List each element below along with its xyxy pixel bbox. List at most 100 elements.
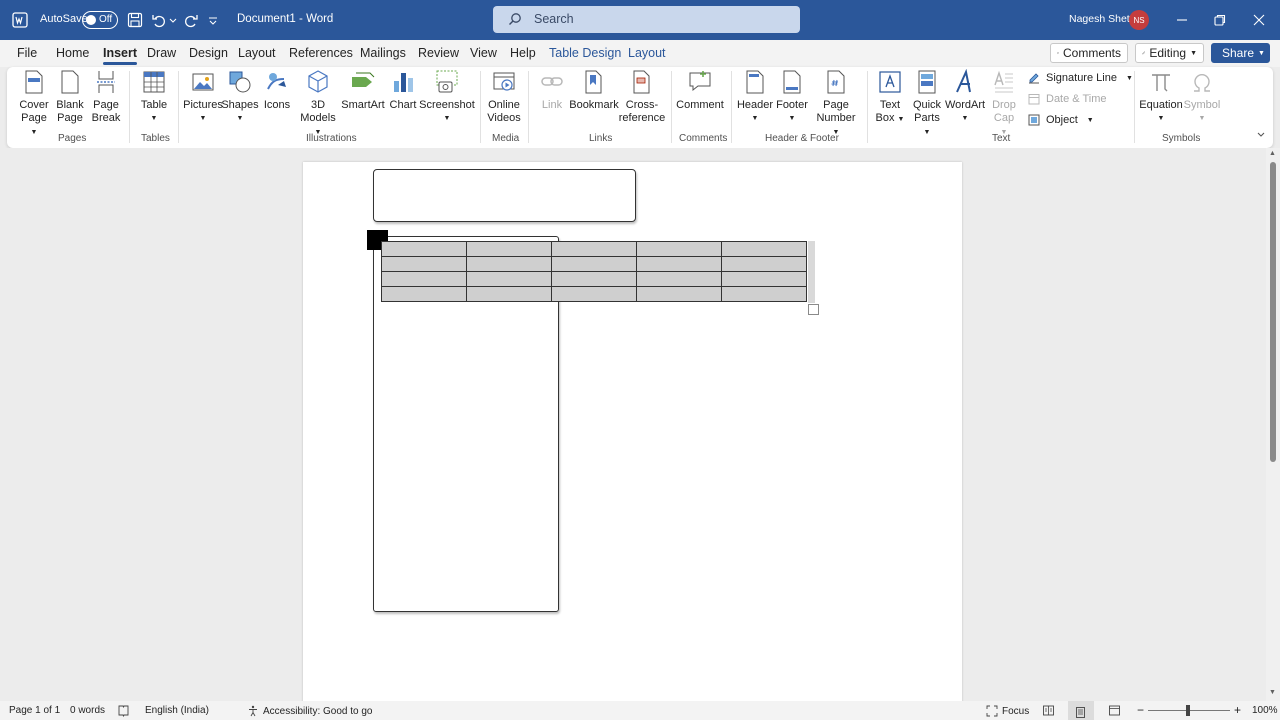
- avatar[interactable]: NS: [1129, 10, 1149, 30]
- bookmark-button[interactable]: Bookmark: [569, 69, 619, 112]
- table-cell[interactable]: [721, 241, 807, 257]
- save-icon[interactable]: [126, 11, 144, 29]
- page-number-button[interactable]: Page Number ▼: [813, 69, 859, 139]
- footer-button[interactable]: Footer ▼: [776, 69, 808, 125]
- search-box[interactable]: Search: [493, 6, 800, 33]
- restore-icon[interactable]: [1212, 12, 1228, 28]
- minimize-icon[interactable]: [1174, 12, 1190, 28]
- blank-page-button[interactable]: Blank Page: [56, 69, 84, 125]
- user-name[interactable]: Nagesh Shetti: [1069, 13, 1135, 25]
- table-cell[interactable]: [551, 271, 637, 287]
- table-resize-handle[interactable]: [808, 304, 819, 315]
- zoom-in-button[interactable]: +: [1234, 703, 1241, 717]
- smartart-button[interactable]: SmartArt: [341, 69, 385, 112]
- document-page[interactable]: [303, 162, 962, 701]
- table-cell[interactable]: [636, 271, 722, 287]
- screenshot-button[interactable]: Screenshot ▼: [419, 69, 475, 125]
- cover-page-button[interactable]: Cover Page ▼: [18, 69, 50, 139]
- print-layout-view-button[interactable]: [1068, 701, 1094, 720]
- redo-icon[interactable]: [182, 11, 200, 29]
- table-cell[interactable]: [721, 256, 807, 272]
- zoom-out-button[interactable]: −: [1137, 703, 1144, 717]
- table-cell[interactable]: [636, 241, 722, 257]
- tab-draw[interactable]: Draw: [147, 46, 176, 60]
- chart-button[interactable]: Chart: [389, 69, 417, 112]
- table-cell[interactable]: [551, 286, 637, 302]
- 3d-models-button[interactable]: 3D Models ▼: [297, 69, 339, 139]
- table-cell[interactable]: [466, 241, 552, 257]
- page-count[interactable]: Page 1 of 1: [9, 705, 60, 716]
- zoom-level[interactable]: 100%: [1252, 705, 1278, 716]
- tab-insert[interactable]: Insert: [103, 46, 138, 65]
- undo-dropdown-icon[interactable]: [168, 11, 178, 29]
- page-break-button[interactable]: Page Break: [92, 69, 120, 125]
- editing-mode-button[interactable]: Editing ▼: [1135, 43, 1204, 63]
- wordart-button[interactable]: WordArt ▼: [945, 69, 985, 125]
- scrollbar-thumb[interactable]: [1270, 162, 1276, 462]
- signature-line-button[interactable]: Signature Line ▼: [1027, 71, 1133, 85]
- autosave-toggle[interactable]: Off: [82, 11, 118, 29]
- language[interactable]: English (India): [145, 705, 209, 716]
- table-button[interactable]: Table ▼: [140, 69, 168, 125]
- tab-help[interactable]: Help: [510, 46, 536, 60]
- focus-button[interactable]: Focus: [986, 705, 1029, 717]
- link-button[interactable]: Link: [537, 69, 567, 112]
- tab-view[interactable]: View: [470, 46, 497, 60]
- table-cell[interactable]: [466, 256, 552, 272]
- tab-review[interactable]: Review: [418, 46, 459, 60]
- scroll-up-icon[interactable]: ▲: [1269, 150, 1276, 157]
- document-canvas[interactable]: [0, 148, 1266, 701]
- tab-table-design[interactable]: Table Design: [549, 46, 621, 60]
- table-cell[interactable]: [381, 286, 467, 302]
- icons-button[interactable]: Icons: [263, 69, 291, 112]
- accessibility-status[interactable]: Accessibility: Good to go: [247, 705, 373, 717]
- comments-button[interactable]: Comments: [1050, 43, 1128, 63]
- drop-cap-button[interactable]: Drop Cap ▼: [990, 69, 1018, 139]
- text-box-shape[interactable]: [373, 169, 636, 222]
- text-box-button[interactable]: Text Box ▼: [875, 69, 905, 126]
- inserted-table[interactable]: [381, 241, 807, 302]
- tab-table-layout[interactable]: Layout: [628, 46, 666, 60]
- table-cell[interactable]: [551, 241, 637, 257]
- tab-references[interactable]: References: [289, 46, 353, 60]
- table-cell[interactable]: [381, 241, 467, 257]
- collapse-ribbon-icon[interactable]: [1256, 129, 1266, 139]
- pictures-button[interactable]: Pictures ▼: [183, 69, 223, 125]
- read-mode-icon[interactable]: [1042, 704, 1055, 717]
- customize-qat-icon[interactable]: [207, 11, 219, 29]
- table-cell[interactable]: [466, 286, 552, 302]
- date-time-button[interactable]: Date & Time: [1027, 92, 1107, 106]
- table-cell[interactable]: [551, 256, 637, 272]
- table-cell[interactable]: [721, 271, 807, 287]
- tab-design[interactable]: Design: [189, 46, 228, 60]
- scroll-down-icon[interactable]: ▼: [1269, 689, 1276, 696]
- header-button[interactable]: Header ▼: [737, 69, 773, 125]
- table-cell[interactable]: [721, 286, 807, 302]
- undo-icon[interactable]: [150, 11, 168, 29]
- tab-file[interactable]: File: [17, 46, 37, 60]
- new-comment-button[interactable]: Comment: [676, 69, 724, 112]
- cross-reference-button[interactable]: Cross- reference: [619, 69, 665, 125]
- tab-mailings[interactable]: Mailings: [360, 46, 406, 60]
- tab-layout[interactable]: Layout: [238, 46, 276, 60]
- proofing-book-icon[interactable]: [117, 704, 130, 717]
- vertical-scrollbar[interactable]: ▲ ▼: [1266, 148, 1280, 701]
- shapes-button[interactable]: Shapes ▼: [221, 69, 259, 125]
- web-layout-icon[interactable]: [1108, 704, 1121, 717]
- table-cell[interactable]: [636, 286, 722, 302]
- chevron-down-icon: ▼: [1125, 74, 1133, 82]
- object-button[interactable]: Object ▼: [1027, 113, 1094, 127]
- quick-parts-button[interactable]: Quick Parts ▼: [910, 69, 944, 139]
- online-videos-button[interactable]: Online Videos: [487, 69, 521, 125]
- tab-home[interactable]: Home: [56, 46, 89, 60]
- equation-button[interactable]: Equation ▼: [1139, 69, 1183, 125]
- zoom-slider-thumb[interactable]: [1186, 705, 1190, 716]
- symbol-button[interactable]: Symbol ▼: [1184, 69, 1220, 125]
- table-cell[interactable]: [381, 271, 467, 287]
- table-cell[interactable]: [636, 256, 722, 272]
- table-cell[interactable]: [381, 256, 467, 272]
- word-count[interactable]: 0 words: [70, 705, 105, 716]
- table-cell[interactable]: [466, 271, 552, 287]
- share-button[interactable]: Share ▼: [1211, 43, 1270, 63]
- close-icon[interactable]: [1251, 12, 1267, 28]
